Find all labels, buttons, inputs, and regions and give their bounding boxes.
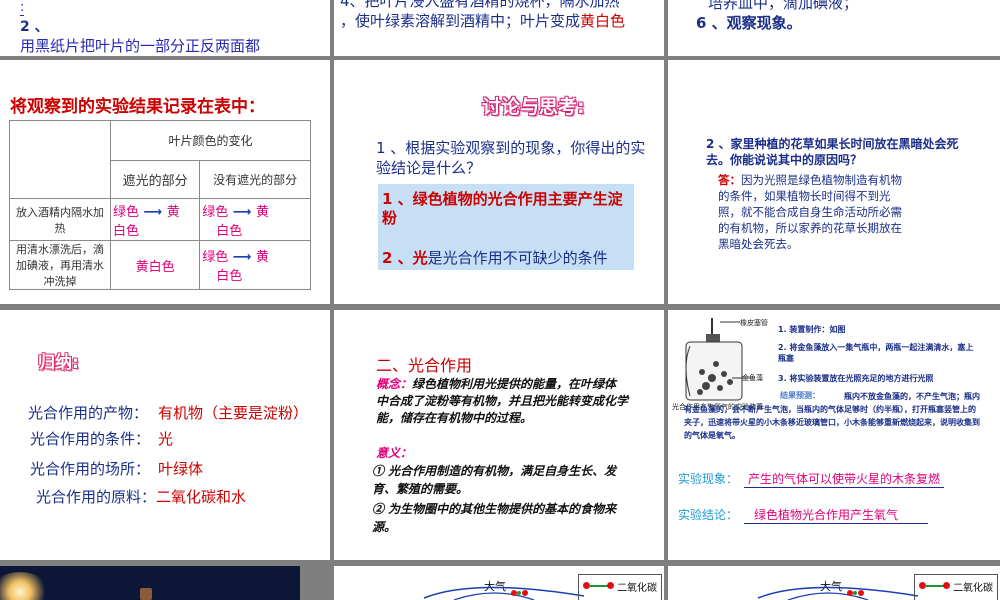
slide-5[interactable]: 讨论与思考: 1 、根据实验观察到的现象，你得出的实验结论是什么？ 1 、绿色植…	[334, 60, 664, 304]
slide-2[interactable]: 4、把叶片浸入盛有酒精的烧杯，隔水加热 ，使叶绿素溶解到酒精中；叶片变成黄白色	[334, 0, 664, 56]
arrow-icon: ⟶	[139, 204, 167, 220]
slide-4[interactable]: 将观察到的实验结果记录在表中： 叶片颜色的变化 遮光的部分 没有遮光的部分 放入…	[0, 60, 330, 304]
slide-3[interactable]: 培养皿中，滴加碘液； 6 、观察现象。	[668, 0, 1000, 56]
step-1: 1. 装置制作：如图	[778, 325, 846, 334]
table-corner	[9, 120, 111, 199]
cell-yellow: 黄	[255, 204, 269, 220]
sun-glow-image	[0, 572, 50, 600]
slide1-line3: 用黑纸片把叶片的一部分正反两面都	[20, 37, 261, 55]
slide2-line2: ，使叶绿素溶解到酒精中；叶片变成黄白色	[340, 10, 625, 31]
cell-green: 绿色	[113, 204, 140, 220]
summary-row-material: 光合作用的原料：二氧化碳和水	[36, 486, 246, 507]
slide-12[interactable]: 大气 二氧化碳	[668, 566, 1000, 600]
slide5-answer2: 2 、光是光合作用不可缺少的条件	[382, 247, 608, 268]
slide-1[interactable]: : 2 、 用黑纸片把叶片的一部分正反两面都	[0, 0, 330, 56]
slide-7[interactable]: 归纳: 光合作用的产物： 有机物（主要是淀粉） 光合作用的条件： 光 光合作用的场所…	[0, 310, 330, 560]
slide8-meaning-label: 意义：	[376, 446, 413, 460]
step-3: 3. 将实验装置放在光照充足的地方进行光照	[778, 374, 934, 383]
slide-11[interactable]: 大气 二氧化碳	[334, 566, 664, 600]
summary-value: 叶绿体	[158, 460, 204, 478]
slide6-answer-label: 答：	[718, 173, 741, 187]
row2-shaded: 黄白色	[109, 240, 201, 290]
cell-green: 绿色	[202, 204, 229, 220]
slide6-question: 2 、家里种植的花草如果长时间放在黑暗处会死去。你能说说其中的原因吗？	[706, 137, 959, 167]
summary-value: 二氧化碳和水	[156, 488, 247, 506]
arrow-icon: ⟶	[228, 204, 256, 220]
legend-label: 二氧化碳	[617, 583, 657, 594]
slide-10[interactable]	[0, 566, 300, 600]
row1-shaded: 绿色 ⟶ 黄白色	[109, 198, 201, 241]
conclusion-row: 实验结论： 绿色植物光合作用产生氧气	[678, 506, 929, 524]
slide1-line2: 2 、	[20, 19, 49, 35]
slide8-meaning-1: ① 光合作用制造的有机物，满足自身生长、发育、繁殖的需要。	[372, 464, 617, 496]
cell-green: 绿色	[202, 250, 229, 265]
label-stopper: 橡皮塞管	[740, 319, 768, 327]
label-weed: 金鱼藻	[742, 374, 763, 382]
arrow-icon: ⟶	[228, 250, 256, 265]
summary-label: 光合作用的原料：	[36, 488, 157, 506]
legend-box: 二氧化碳	[578, 574, 662, 600]
slide5-answer1: 1 、绿色植物的光合作用主要产生淀粉	[382, 190, 623, 227]
slide-9[interactable]: 橡皮塞管 金鱼藻 光合作用产生氧气的实验装置 1. 装置制作：如图 2. 将金鱼…	[668, 310, 1000, 560]
summary-value: 有机物（主要是淀粉）	[158, 404, 309, 422]
slide2-line2-highlight: 黄白色	[580, 12, 626, 30]
object-silhouette	[140, 588, 152, 600]
col-unshaded: 没有遮光的部分	[199, 160, 311, 199]
slide5-title: 讨论与思考:	[482, 96, 585, 118]
slide8-meaning-2: ② 为生物圈中的其他生物提供的基本的食物来源。	[372, 502, 617, 534]
concept-label: 概念：	[376, 377, 413, 391]
slide6-answer: 答：因为光照是绿色植物制造有机物的条件，如果植物长时间得不到光照，就不能合成自身…	[718, 172, 908, 252]
conclusion-text: 绿色植物光合作用产生氧气	[744, 506, 929, 524]
slide-8[interactable]: 二、光合作用 概念：绿色植物利用光提供的能量，在叶绿体中合成了淀粉等有机物，并且…	[334, 310, 664, 560]
slide7-title: 归纳:	[38, 353, 79, 373]
summary-row-condition: 光合作用的条件： 光	[30, 428, 173, 449]
step-2: 2. 将金鱼藻放入一集气瓶中，两瓶一起注满清水，塞上瓶塞	[778, 343, 974, 363]
summary-row-place: 光合作用的场所： 叶绿体	[30, 458, 203, 479]
summary-row-product: 光合作用的产物： 有机物（主要是淀粉）	[28, 402, 308, 423]
row2-label: 用清水漂洗后，滴加碘液，再用清水冲洗掉	[9, 240, 111, 290]
phenomenon-text: 产生的气体可以使带火星的木条复燃	[744, 470, 945, 488]
phenomenon-label: 实验现象：	[678, 472, 739, 486]
row1-unshaded: 绿色 ⟶ 黄白色	[199, 198, 311, 241]
slide5-answer2-label: 2 、光	[382, 249, 428, 267]
prediction-text: 瓶内不放金鱼藻的，不产生气泡；瓶内有金鱼藻的，会不断产生气泡，当瓶内的气体足够时…	[684, 392, 980, 440]
table-header: 叶片颜色的变化	[110, 120, 311, 161]
cell-yellow: 黄	[166, 204, 180, 220]
slide-6[interactable]: 2 、家里种植的花草如果长时间放在黑暗处会死去。你能说说其中的原因吗？ 答：因为…	[668, 60, 1000, 304]
summary-label: 光合作用的场所：	[30, 460, 151, 478]
legend-box: 二氧化碳	[914, 574, 998, 600]
phenomenon-row: 实验现象： 产生的气体可以使带火星的木条复燃	[678, 470, 945, 488]
slide2-line2-text: ，使叶绿素溶解到酒精中；叶片变成	[340, 12, 581, 30]
cell-white: 白色	[113, 223, 140, 239]
slide5-answer2-text: 是光合作用不可缺少的条件	[427, 249, 608, 267]
summary-value: 光	[158, 430, 174, 448]
co2-molecule-icon	[583, 582, 615, 590]
result-table: 叶片颜色的变化 遮光的部分 没有遮光的部分 放入酒精内隔水加热 绿色 ⟶ 黄白色…	[9, 120, 311, 290]
cell-white: 白色	[216, 269, 243, 284]
col-shaded: 遮光的部分	[109, 160, 201, 199]
slide1-line1: :	[20, 0, 25, 16]
row1-label: 放入酒精内隔水加热	[9, 198, 111, 241]
cell-white: 白色	[216, 223, 243, 239]
co2-molecule-icon	[919, 582, 951, 590]
row2-unshaded: 绿色 ⟶ 黄白色	[199, 240, 311, 290]
slide6-answer-text: 因为光照是绿色植物制造有机物的条件，如果植物长时间得不到光照，就不能合成自身生命…	[718, 173, 902, 251]
slide3-line2: 6 、观察现象。	[696, 14, 802, 32]
summary-label: 光合作用的条件：	[30, 430, 151, 448]
conclusion-label: 实验结论：	[678, 508, 739, 522]
slide4-title: 将观察到的实验结果记录在表中：	[10, 97, 265, 117]
slide8-concept: 概念：绿色植物利用光提供的能量，在叶绿体中合成了淀粉等有机物，并且把光能转变成化…	[376, 376, 628, 427]
summary-label: 光合作用的产物：	[28, 404, 149, 422]
slide5-question: 1 、根据实验观察到的现象，你得出的实验结论是什么？	[376, 139, 646, 177]
concept-text: 绿色植物利用光提供的能量，在叶绿体中合成了淀粉等有机物，并且把光能转变成化学能，…	[376, 377, 629, 425]
legend-label: 二氧化碳	[953, 583, 993, 594]
cell-yellow: 黄	[255, 250, 269, 265]
slide8-title: 二、光合作用	[376, 356, 473, 375]
